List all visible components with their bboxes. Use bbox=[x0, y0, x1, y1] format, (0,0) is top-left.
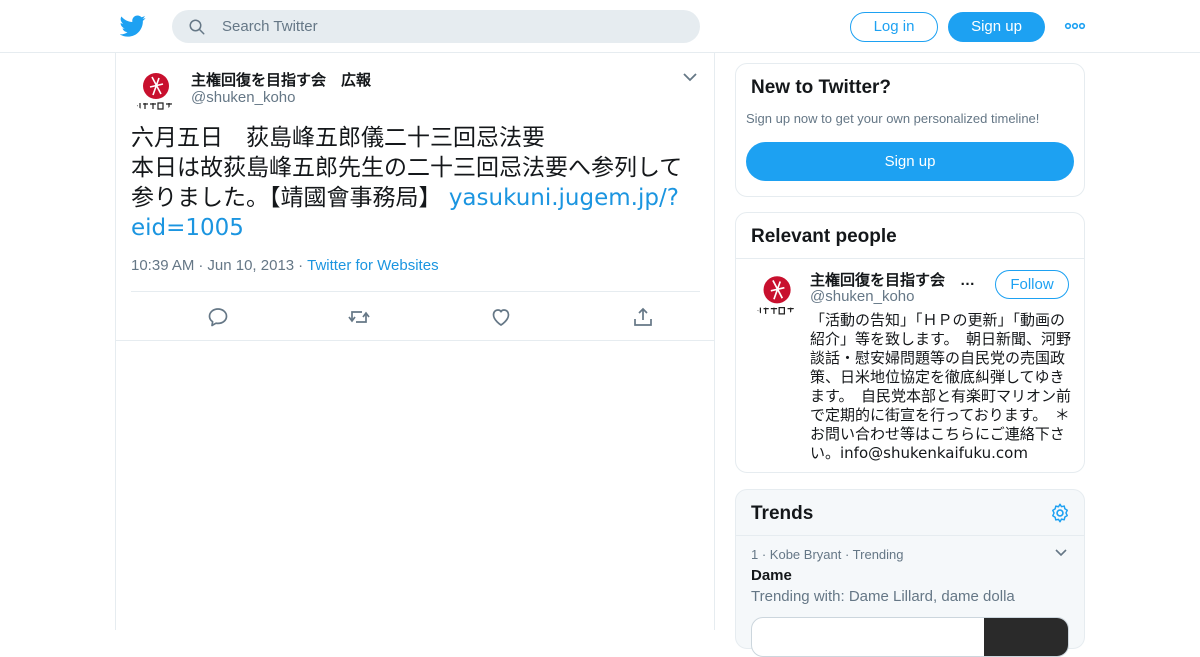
settings-gear-icon[interactable] bbox=[1049, 502, 1071, 524]
new-to-twitter-title: New to Twitter? bbox=[751, 77, 892, 98]
author-avatar-image bbox=[131, 67, 177, 113]
new-to-twitter-subtitle: Sign up now to get your own personalized… bbox=[746, 111, 1040, 126]
tweet-text-line-1: 六月五日 荻島峰五郎儀二十三回忌法要 bbox=[131, 125, 545, 151]
relevant-person-handle[interactable]: @shuken_koho bbox=[810, 288, 914, 305]
relevant-person-name[interactable]: 主権回復を目指す会 … bbox=[810, 269, 975, 290]
trend-topic: Kobe Bryant bbox=[769, 547, 842, 562]
relevant-people-title: Relevant people bbox=[751, 226, 897, 247]
tweet-date[interactable]: Jun 10, 2013 bbox=[207, 257, 294, 274]
tweet-divider bbox=[116, 340, 714, 341]
trend-name[interactable]: Dame bbox=[751, 567, 792, 584]
relevant-people-card: Relevant people 主権回復を目指す会 … @shuken_koho… bbox=[735, 212, 1085, 473]
author-name[interactable]: 主権回復を目指す会 広報 bbox=[191, 69, 371, 90]
author-handle[interactable]: @shuken_koho bbox=[191, 89, 295, 106]
trend-status: Trending bbox=[852, 547, 904, 562]
top-navigation-bar: Log in Sign up bbox=[0, 0, 1200, 53]
chevron-down-icon[interactable] bbox=[1054, 548, 1068, 558]
trend-trending-with: Trending with: Dame Lillard, dame dolla bbox=[751, 588, 1015, 605]
follow-button[interactable]: Follow bbox=[995, 270, 1069, 299]
twitter-bird-logo-icon[interactable] bbox=[120, 13, 146, 39]
trends-title: Trends bbox=[751, 503, 814, 524]
log-in-button[interactable]: Log in bbox=[850, 12, 938, 42]
search-box[interactable] bbox=[172, 10, 700, 43]
trend-media-thumbnail bbox=[984, 618, 1068, 656]
tweet-text: 六月五日 荻島峰五郎儀二十三回忌法要 本日は故荻島峰五郎先生の二十三回忌法要へ参… bbox=[131, 123, 701, 243]
new-to-twitter-card: New to Twitter? Sign up now to get your … bbox=[735, 63, 1085, 197]
divider bbox=[736, 258, 1084, 259]
relevant-person-avatar-image bbox=[751, 270, 799, 318]
search-input[interactable] bbox=[222, 10, 682, 43]
trend-context: 1 · Kobe Bryant · Trending bbox=[751, 547, 904, 562]
sidebar-sign-up-button[interactable]: Sign up bbox=[746, 142, 1074, 181]
trends-card: Trends 1 · Kobe Bryant · Trending Dame T… bbox=[735, 489, 1085, 657]
like-heart-icon[interactable] bbox=[489, 305, 513, 329]
tweet-time[interactable]: 10:39 AM bbox=[131, 257, 194, 274]
trend-rank: 1 bbox=[751, 547, 759, 562]
tweet-metadata: 10:39 AM · Jun 10, 2013 · Twitter for Websit… bbox=[131, 257, 439, 274]
retweet-icon[interactable] bbox=[347, 305, 371, 329]
tweet-detail-column: 主権回復を目指す会 広報 @shuken_koho 六月五日 荻島峰五郎儀二十三… bbox=[115, 53, 715, 630]
chevron-down-icon[interactable] bbox=[682, 71, 698, 83]
divider bbox=[736, 535, 1084, 536]
reply-icon[interactable] bbox=[206, 305, 230, 329]
relevant-person-bio: 「活動の告知」「ＨＰの更新」「動画の紹介」等を致します。 朝日新聞、河野談話・慰… bbox=[810, 311, 1072, 462]
relevant-person-avatar[interactable] bbox=[751, 270, 799, 318]
trend-media-card[interactable] bbox=[751, 617, 1069, 657]
tweet-actions-bar bbox=[131, 291, 700, 341]
sign-up-button[interactable]: Sign up bbox=[948, 12, 1045, 42]
search-icon bbox=[189, 19, 205, 35]
author-avatar[interactable] bbox=[131, 67, 177, 113]
tweet-source-link[interactable]: Twitter for Websites bbox=[307, 257, 438, 274]
share-icon[interactable] bbox=[631, 305, 655, 329]
more-options-icon[interactable] bbox=[1064, 18, 1086, 34]
